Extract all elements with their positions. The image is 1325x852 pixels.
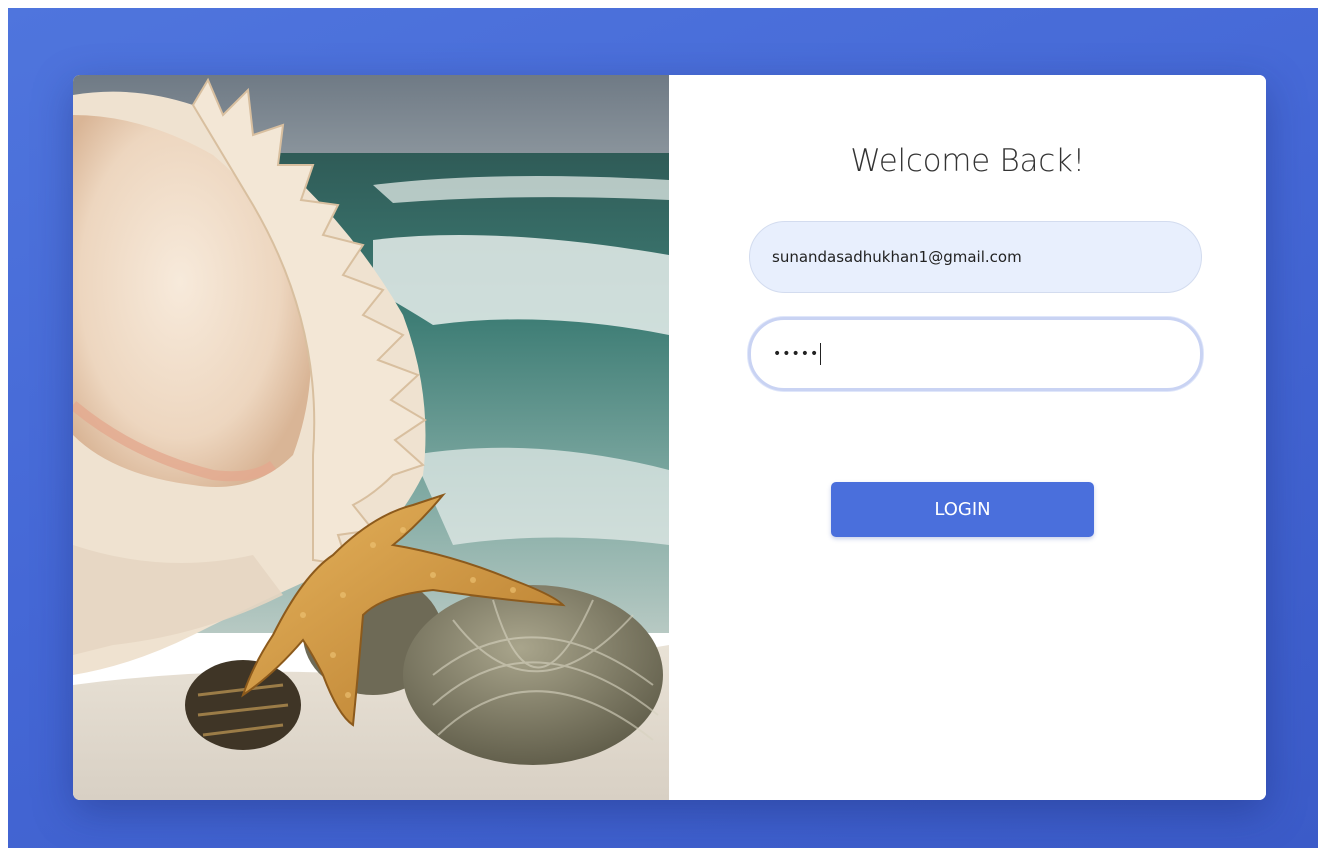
login-form-panel: Welcome Back! sunandasadhukhan1@gmail.co… [669, 75, 1266, 800]
password-field[interactable]: ••••• [748, 317, 1203, 391]
login-button[interactable]: LOGIN [831, 482, 1094, 537]
text-caret [820, 343, 822, 365]
beach-seashell-photo [73, 75, 669, 800]
login-card: Welcome Back! sunandasadhukhan1@gmail.co… [73, 75, 1266, 800]
page-background: Welcome Back! sunandasadhukhan1@gmail.co… [8, 8, 1318, 848]
email-value: sunandasadhukhan1@gmail.com [772, 248, 1022, 266]
password-value-wrapper: ••••• [773, 343, 822, 365]
password-masked-value: ••••• [773, 346, 820, 362]
email-field[interactable]: sunandasadhukhan1@gmail.com [749, 221, 1202, 293]
welcome-title: Welcome Back! [850, 143, 1085, 179]
